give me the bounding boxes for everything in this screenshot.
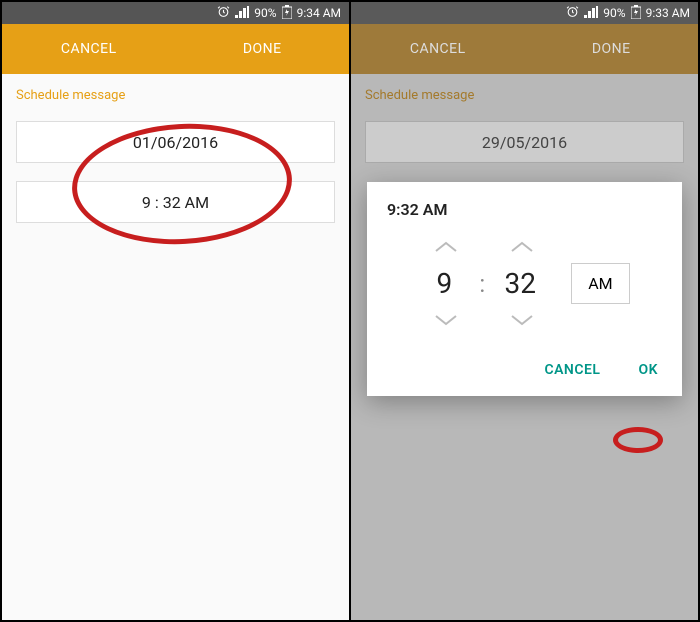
annotation-ellipse — [613, 427, 663, 453]
minute-spinner: 32 — [495, 241, 545, 326]
action-bar: CANCEL DONE — [351, 24, 698, 74]
hour-value[interactable]: 9 — [437, 267, 453, 300]
time-field[interactable]: 9 : 32 AM — [16, 181, 335, 223]
dialog-actions: CANCEL OK — [387, 356, 662, 384]
dialog-title: 9:32 AM — [387, 200, 662, 219]
time-picker-dialog: 9:32 AM 9 : 32 AM — [367, 182, 682, 396]
battery-icon — [282, 5, 292, 22]
screenshot-right: 90% 9:33 AM CANCEL DONE Schedule message… — [351, 2, 698, 620]
chevron-down-icon[interactable] — [510, 314, 530, 326]
chevron-up-icon[interactable] — [510, 241, 530, 253]
battery-percent: 90% — [254, 6, 276, 20]
screenshot-left: 90% 9:34 AM CANCEL DONE Schedule message… — [2, 2, 351, 620]
status-time: 9:34 AM — [297, 6, 341, 20]
date-field[interactable]: 01/06/2016 — [16, 121, 335, 163]
time-colon: : — [479, 270, 485, 298]
status-time: 9:33 AM — [646, 6, 690, 20]
hour-spinner: 9 — [419, 241, 469, 326]
status-bar: 90% 9:33 AM — [351, 2, 698, 24]
cancel-button[interactable]: CANCEL — [2, 41, 176, 57]
date-field[interactable]: 29/05/2016 — [365, 121, 684, 163]
done-button[interactable]: DONE — [525, 41, 699, 57]
action-bar: CANCEL DONE — [2, 24, 349, 74]
alarm-icon — [217, 5, 230, 21]
time-spinners: 9 : 32 AM — [387, 241, 662, 326]
section-label: Schedule message — [365, 88, 684, 103]
ampm-toggle[interactable]: AM — [571, 263, 629, 304]
section-label: Schedule message — [16, 88, 335, 103]
content-area: Schedule message 01/06/2016 9 : 32 AM — [2, 74, 349, 255]
chevron-down-icon[interactable] — [434, 314, 454, 326]
status-bar: 90% 9:34 AM — [2, 2, 349, 24]
content-area: Schedule message 29/05/2016 — [351, 74, 698, 195]
chevron-up-icon[interactable] — [434, 241, 454, 253]
battery-icon — [631, 5, 641, 22]
status-icons: 90% 9:33 AM — [566, 5, 690, 22]
dialog-cancel-button[interactable]: CANCEL — [540, 356, 604, 384]
signal-icon — [584, 6, 598, 21]
done-button[interactable]: DONE — [176, 41, 350, 57]
minute-value[interactable]: 32 — [504, 267, 535, 300]
status-icons: 90% 9:34 AM — [217, 5, 341, 22]
signal-icon — [235, 6, 249, 21]
dialog-ok-button[interactable]: OK — [634, 356, 662, 384]
alarm-icon — [566, 5, 579, 21]
cancel-button[interactable]: CANCEL — [351, 41, 525, 57]
battery-percent: 90% — [603, 6, 625, 20]
